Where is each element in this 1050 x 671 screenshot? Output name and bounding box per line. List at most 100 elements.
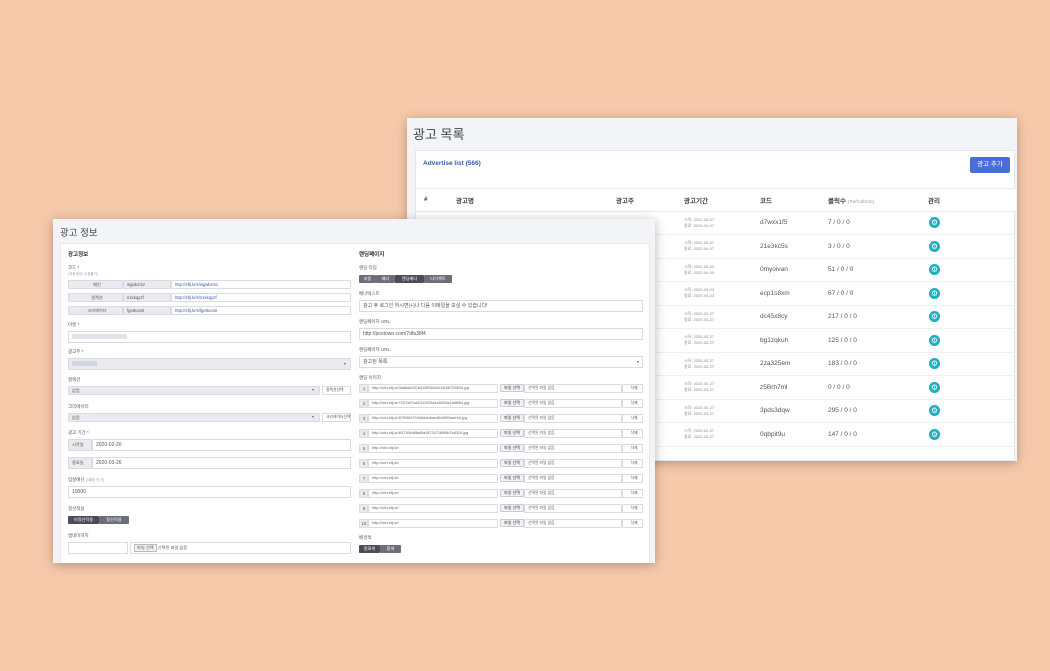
- image-file-status: 선택된 파일 없음: [524, 459, 622, 468]
- image-url: http://cdn.sftj.kr/: [368, 444, 498, 453]
- image-delete-button[interactable]: 삭제: [622, 519, 643, 528]
- image-delete-button[interactable]: 삭제: [622, 474, 643, 483]
- col-header-index: #: [416, 189, 448, 212]
- image-delete-button[interactable]: 삭제: [622, 459, 643, 468]
- col-header-name[interactable]: 광고명: [448, 189, 608, 212]
- collection-label: 컬렉션: [68, 377, 81, 382]
- thumbnail-file-input[interactable]: 파일 선택 선택된 파일 없음: [130, 542, 351, 554]
- gear-icon[interactable]: ⚙: [929, 264, 940, 276]
- col-header-period[interactable]: 광고기간: [676, 189, 752, 212]
- cell-manage: ⚙: [920, 258, 1016, 282]
- image-delete-button[interactable]: 삭제: [622, 504, 643, 513]
- image-file-button[interactable]: 파일 선택: [500, 444, 524, 452]
- landing-url-input[interactable]: http://postown.com/7dfa38f4: [359, 328, 643, 340]
- chevron-down-icon: ▾: [312, 387, 315, 392]
- code-type-label: 크리에이터: [68, 306, 123, 315]
- image-file-status: 선택된 파일 없음: [524, 504, 622, 513]
- end-date-input[interactable]: 2020-03-26: [92, 457, 351, 469]
- image-file-button[interactable]: 파일 선택: [500, 504, 524, 512]
- cell-period: 시작: 2020-02-27 종료: 2020-03-27: [676, 399, 752, 423]
- collection-select-value: 없음: [72, 388, 80, 393]
- not-apply-button[interactable]: 미정산적용: [68, 516, 99, 524]
- thumbnail-label: 썸네이미지: [68, 533, 89, 538]
- collection-select-button[interactable]: 컬렉션선택: [322, 386, 351, 395]
- image-file-status: 선택된 파일 없음: [524, 414, 622, 423]
- image-file-button[interactable]: 파일 선택: [500, 519, 524, 527]
- gear-icon[interactable]: ⚙: [929, 287, 940, 299]
- code-type-label: 메인: [68, 280, 123, 289]
- cell-period: 시작: 2020-03-03 종료: 2020-04-03: [676, 258, 752, 282]
- cell-manage: ⚙: [920, 375, 1016, 400]
- image-url: http://cdn.sftj.kr/: [368, 504, 498, 513]
- image-delete-button[interactable]: 삭제: [622, 429, 643, 438]
- ad-info-card: 광고정보 코드 * (자동생성, 수정불가) 메인 isgwkzmz http://…: [60, 243, 650, 563]
- landing-type-direct[interactable]: 다이렉트: [424, 275, 452, 283]
- creator-select[interactable]: 없음: [68, 413, 320, 422]
- gear-icon[interactable]: ⚙: [929, 217, 940, 229]
- creator-select-button[interactable]: 크리에이터선택: [322, 413, 351, 422]
- name-field[interactable]: [68, 331, 351, 343]
- image-file-button[interactable]: 파일 선택: [500, 414, 524, 422]
- advertiser-label: 광고주 *: [68, 349, 84, 354]
- cell-manage: ⚙: [920, 305, 1016, 329]
- thumbnail-preview: [68, 542, 128, 554]
- image-file-button[interactable]: 파일 선택: [500, 384, 524, 392]
- image-file-button[interactable]: 파일 선택: [500, 429, 524, 437]
- col-header-advertiser[interactable]: 광고주: [608, 189, 676, 212]
- gear-icon[interactable]: ⚙: [929, 358, 940, 370]
- period-end: 종료: 2020-03-27: [684, 410, 715, 416]
- image-file-button[interactable]: 파일 선택: [500, 474, 524, 482]
- bg-white-button[interactable]: 흰색: [380, 545, 401, 553]
- code-type-label: 컬렉션: [68, 293, 123, 302]
- image-delete-button[interactable]: 삭제: [622, 414, 643, 423]
- cell-clicks: 295 / 0 / 0: [820, 399, 920, 423]
- cell-period: 시작: 2020-02-27 종료: 2020-03-27: [676, 305, 752, 329]
- period-end: 종료: 2020-04-03: [684, 293, 715, 299]
- image-file-status: 선택된 파일 없음: [524, 474, 622, 483]
- image-delete-button[interactable]: 삭제: [622, 444, 643, 453]
- image-delete-button[interactable]: 삭제: [622, 384, 643, 393]
- image-delete-button[interactable]: 삭제: [622, 399, 643, 408]
- landing-url2-select[interactable]: 광고된 목록: [359, 356, 643, 368]
- image-delete-button[interactable]: 삭제: [622, 489, 643, 498]
- start-date-label: 시작일: [68, 439, 92, 451]
- bg-gray-button[interactable]: 흰화색: [359, 545, 380, 553]
- cell-code: 0qbpit9u: [752, 422, 820, 447]
- landing-type-banner[interactable]: 배너: [376, 275, 395, 283]
- image-file-button[interactable]: 파일 선택: [500, 459, 524, 467]
- add-ad-button[interactable]: 광고 추가: [970, 157, 1010, 173]
- gear-icon[interactable]: ⚙: [929, 381, 940, 393]
- image-file-button[interactable]: 파일 선택: [500, 399, 524, 407]
- landing-type-auto[interactable]: 자동: [359, 275, 376, 283]
- budget-input[interactable]: 10000: [68, 486, 351, 498]
- cell-manage: ⚙: [920, 211, 1016, 235]
- apply-button[interactable]: 정산적용: [99, 516, 129, 524]
- banner-text-input[interactable]: 광고 후 로그인 하시면(+)나 다음 이메일을 보실 수 있습니다!: [359, 300, 643, 312]
- gear-icon[interactable]: ⚙: [929, 240, 940, 252]
- banner-text-label: 배너텍스트: [359, 291, 380, 296]
- gear-icon[interactable]: ⚙: [929, 311, 940, 323]
- landing-type-label: 랜딩 타입: [359, 265, 377, 270]
- cell-clicks: 3 / 0 / 0: [820, 234, 920, 259]
- landing-type-landing-banner[interactable]: 랜딩배너: [395, 275, 424, 283]
- col-header-code[interactable]: 코드: [752, 189, 820, 212]
- creator-label: 크리에이터: [68, 404, 89, 409]
- image-url: http://cdn.sftj.kr/7237d97ae2312405a1e60…: [368, 399, 498, 408]
- gear-icon[interactable]: ⚙: [929, 428, 940, 440]
- thumbnail-file-button[interactable]: 파일 선택: [134, 544, 157, 552]
- advertiser-select[interactable]: [68, 358, 351, 370]
- collection-select[interactable]: 없음: [68, 386, 320, 395]
- cell-period: 시작: 2020-02-27 종료: 2020-03-27: [676, 352, 752, 376]
- start-date-input[interactable]: 2020-02-20: [92, 439, 351, 451]
- gear-icon[interactable]: ⚙: [929, 334, 940, 346]
- image-file-button[interactable]: 파일 선택: [500, 489, 524, 497]
- col-header-clicks[interactable]: 클릭수 (Tot/Coll/Cre): [820, 189, 920, 212]
- period-label: 광고 기간 *: [68, 430, 89, 435]
- form-page-title: 광고 정보: [60, 228, 98, 239]
- budget-hint: (1회당 단가): [85, 478, 104, 482]
- period-end: 종료: 2020-03-27: [684, 316, 715, 322]
- cell-period: 시작: 2020-03-07 종료: 2020-04-07: [676, 234, 752, 259]
- cell-period: 시작: 2020-02-27 종료: 2020-03-27: [676, 375, 752, 400]
- image-index: 10: [359, 519, 368, 528]
- gear-icon[interactable]: ⚙: [929, 405, 940, 417]
